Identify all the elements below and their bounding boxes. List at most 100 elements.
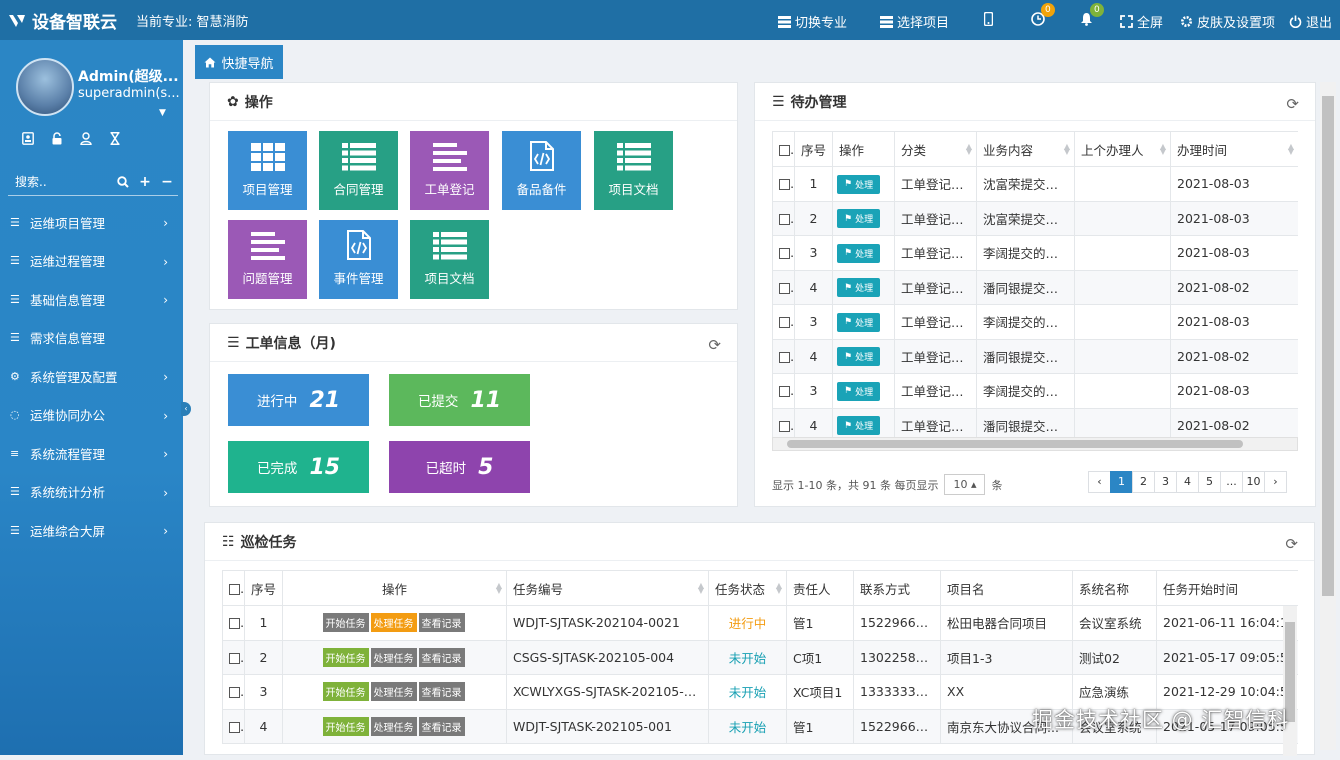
page-button[interactable]: 2 xyxy=(1132,471,1155,493)
start-task-button[interactable]: 开始任务 xyxy=(322,716,369,736)
process-task-button[interactable]: 处理任务 xyxy=(370,613,417,633)
tile-2[interactable]: 合同管理 xyxy=(319,131,398,210)
mobile-button[interactable] xyxy=(984,12,993,26)
view-record-button[interactable]: 查看记录 xyxy=(418,682,465,702)
row-checkbox[interactable] xyxy=(222,639,245,675)
tile-5[interactable]: 项目文档 xyxy=(594,131,673,210)
todo-hscroll-thumb[interactable] xyxy=(787,440,1243,448)
view-record-button[interactable]: 查看记录 xyxy=(418,613,465,633)
todo-hscrollbar[interactable] xyxy=(772,437,1298,451)
process-button[interactable]: ⚑ 处理 xyxy=(837,312,881,332)
tile-6[interactable]: 问题管理 xyxy=(228,220,307,299)
expand-all-icon[interactable]: + xyxy=(134,174,156,190)
fullscreen-button[interactable]: 全屏 xyxy=(1120,12,1163,31)
row-checkbox[interactable] xyxy=(772,304,795,340)
page-button[interactable]: 4 xyxy=(1176,471,1199,493)
tab-quick-nav[interactable]: 快捷导航 xyxy=(195,45,283,79)
sidebar-item[interactable]: ☰ 运维项目管理 › xyxy=(0,203,183,242)
page-size-select[interactable]: 10 ▴ xyxy=(944,474,986,495)
refresh-icon[interactable]: ⟳ xyxy=(708,336,721,354)
row-checkbox[interactable] xyxy=(772,235,795,271)
sidebar-item[interactable]: ⚙ 系统管理及配置 › xyxy=(0,357,183,396)
row-checkbox[interactable] xyxy=(772,166,795,202)
stat-card[interactable]: 已完成 15 xyxy=(228,441,369,493)
search-icon[interactable] xyxy=(112,175,134,188)
todo-col-header[interactable]: 上个办理人 ▲ ▼ xyxy=(1074,131,1171,167)
process-task-button[interactable]: 处理任务 xyxy=(370,647,417,667)
sidebar-item[interactable]: ≡ 系统流程管理 › xyxy=(0,434,183,473)
todo-col-header[interactable]: 序号 xyxy=(794,131,833,167)
process-button[interactable]: ⚑ 处理 xyxy=(837,174,881,194)
process-button[interactable]: ⚑ 处理 xyxy=(837,347,881,366)
start-task-button[interactable]: 开始任务 xyxy=(322,647,369,667)
sidebar-collapse-handle[interactable]: ‹ xyxy=(181,402,191,416)
page-button[interactable]: 1 xyxy=(1110,471,1133,493)
patrol-col-header[interactable]: 序号 xyxy=(244,570,283,606)
page-button[interactable]: 3 xyxy=(1154,471,1177,493)
page-button[interactable]: › xyxy=(1264,471,1287,493)
sidebar-item[interactable]: ☰ 基础信息管理 › xyxy=(0,280,183,319)
patrol-col-header[interactable]: 任务编号 ▲ ▼ xyxy=(506,570,709,606)
sidebar-item[interactable]: ☰ 运维过程管理 › xyxy=(0,242,183,281)
patrol-col-header[interactable]: 项目名 xyxy=(940,570,1073,606)
start-task-button[interactable]: 开始任务 xyxy=(322,682,369,702)
process-button[interactable]: ⚑ 处理 xyxy=(837,278,881,297)
tile-3[interactable]: 工单登记 xyxy=(410,131,489,210)
collapse-all-icon[interactable]: − xyxy=(156,174,178,190)
user-icon[interactable] xyxy=(80,132,92,145)
page-button[interactable]: ... xyxy=(1220,471,1243,493)
sidebar-item[interactable]: ☰ 系统统计分析 › xyxy=(0,473,183,512)
refresh-icon[interactable]: ⟳ xyxy=(1285,535,1298,553)
contact-card-icon[interactable] xyxy=(22,132,34,145)
sidebar-item[interactable]: ☰ 需求信息管理 xyxy=(0,319,183,358)
lock-icon[interactable] xyxy=(51,132,63,145)
view-record-button[interactable]: 查看记录 xyxy=(418,647,465,667)
process-button[interactable]: ⚑ 处理 xyxy=(837,209,881,228)
notification-button[interactable]: 0 xyxy=(1080,3,1104,26)
page-vscroll-thumb[interactable] xyxy=(1322,96,1334,596)
sidebar-item[interactable]: ☰ 运维综合大屏 › xyxy=(0,511,183,550)
stat-card[interactable]: 已超时 5 xyxy=(389,441,530,493)
process-task-button[interactable]: 处理任务 xyxy=(370,716,417,736)
patrol-col-header[interactable]: 联系方式 xyxy=(853,570,941,606)
switch-spec-button[interactable]: 切换专业 xyxy=(778,12,847,31)
sidebar-item[interactable]: ◌ 运维协同办公 › xyxy=(0,396,183,435)
tile-8[interactable]: 项目文档 xyxy=(410,220,489,299)
patrol-col-header[interactable]: 系统名称 xyxy=(1072,570,1157,606)
row-checkbox[interactable] xyxy=(772,407,795,437)
process-button[interactable]: ⚑ 处理 xyxy=(837,243,881,263)
clock-button[interactable]: 0 xyxy=(1031,3,1055,26)
app-logo[interactable]: 设备智联云 xyxy=(8,8,117,33)
start-task-button[interactable]: 开始任务 xyxy=(322,613,369,633)
row-checkbox[interactable] xyxy=(222,605,245,641)
process-button[interactable]: ⚑ 处理 xyxy=(837,416,881,435)
todo-col-header[interactable]: 操作 xyxy=(832,131,895,167)
sidebar-search-input[interactable]: 搜索.. xyxy=(8,173,112,190)
row-checkbox[interactable] xyxy=(772,338,795,374)
patrol-col-header[interactable]: 操作 ▲ ▼ xyxy=(282,570,507,606)
process-button[interactable]: ⚑ 处理 xyxy=(837,381,881,401)
todo-col-header[interactable]: 办理时间 ▲ ▼ xyxy=(1170,131,1298,167)
page-button[interactable]: 10 xyxy=(1242,471,1265,493)
patrol-col-header[interactable]: 责任人 xyxy=(786,570,854,606)
row-checkbox[interactable] xyxy=(772,200,795,236)
stat-card[interactable]: 已提交 11 xyxy=(389,374,530,426)
skin-settings-button[interactable]: 皮肤及设置项 xyxy=(1180,12,1275,31)
process-task-button[interactable]: 处理任务 xyxy=(370,682,417,702)
row-checkbox[interactable] xyxy=(222,674,245,710)
page-vscrollbar[interactable] xyxy=(1320,82,1336,750)
patrol-col-header[interactable]: 任务开始时间 xyxy=(1156,570,1298,606)
tile-7[interactable]: 事件管理 xyxy=(319,220,398,299)
todo-col-header[interactable]: 分类 ▲ ▼ xyxy=(894,131,977,167)
row-checkbox[interactable] xyxy=(772,269,795,305)
row-checkbox[interactable] xyxy=(772,373,795,409)
page-button[interactable]: 5 xyxy=(1198,471,1221,493)
user-menu-caret-icon[interactable]: ▼ xyxy=(159,108,166,118)
tile-4[interactable]: 备品备件 xyxy=(502,131,581,210)
refresh-icon[interactable]: ⟳ xyxy=(1286,95,1299,113)
view-record-button[interactable]: 查看记录 xyxy=(418,716,465,736)
avatar[interactable] xyxy=(16,58,74,116)
todo-col-header[interactable]: 业务内容 ▲ ▼ xyxy=(976,131,1075,167)
tile-1[interactable]: 项目管理 xyxy=(228,131,307,210)
patrol-col-header[interactable]: 任务状态 ▲ ▼ xyxy=(708,570,787,606)
